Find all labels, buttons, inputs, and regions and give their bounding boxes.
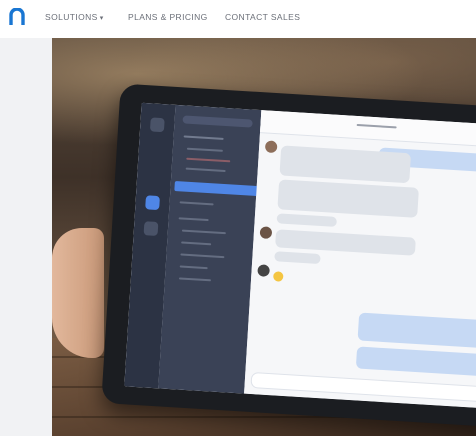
message-bubble-incoming [274, 251, 321, 265]
sidebar-row [186, 147, 223, 152]
message-bubble-incoming [276, 213, 338, 227]
sidebar-row [178, 217, 209, 222]
message-bubble-outgoing [355, 346, 476, 377]
hero-image [52, 38, 476, 436]
tablet-screen [124, 102, 476, 410]
tablet [100, 83, 476, 436]
nav-link-contact-sales[interactable]: CONTACT SALES [225, 12, 300, 22]
tablet-body [101, 83, 476, 429]
message-composer [250, 372, 476, 404]
left-gutter [0, 38, 52, 436]
sidebar-row [178, 277, 211, 282]
sidebar-row [181, 241, 212, 246]
avatar [257, 264, 270, 277]
sidebar-active-row [174, 180, 259, 197]
message-bubble-incoming [277, 179, 419, 218]
chevron-down-icon: ▾ [99, 15, 104, 22]
avatar [264, 140, 278, 154]
n-logo-icon[interactable] [8, 8, 26, 26]
chat-panel [244, 110, 476, 410]
sidebar-row [179, 201, 214, 206]
nav-link-solutions[interactable]: SOLUTIONS ▾ [45, 12, 104, 22]
nav-link-plans-pricing[interactable]: PLANS & PRICING [128, 12, 208, 22]
chat-title-line [356, 123, 397, 129]
sidebar-row [179, 265, 208, 270]
top-navigation: SOLUTIONS ▾ PLANS & PRICING CONTACT SALES [0, 0, 476, 36]
sidebar-search [182, 115, 253, 128]
sidebar-row [186, 157, 231, 163]
chat-header [260, 110, 476, 149]
avatar [259, 226, 273, 239]
team-icon [143, 221, 159, 237]
team-icon [145, 195, 160, 211]
sidebar-row [183, 135, 224, 140]
team-icon [149, 117, 165, 133]
emoji-icon [272, 271, 284, 282]
sidebar-row [181, 229, 226, 235]
sidebar-row [185, 167, 226, 173]
nav-label-solutions: SOLUTIONS [45, 12, 98, 22]
message-bubble-outgoing [357, 312, 476, 349]
sidebar-row [180, 253, 225, 259]
hand [52, 228, 104, 358]
